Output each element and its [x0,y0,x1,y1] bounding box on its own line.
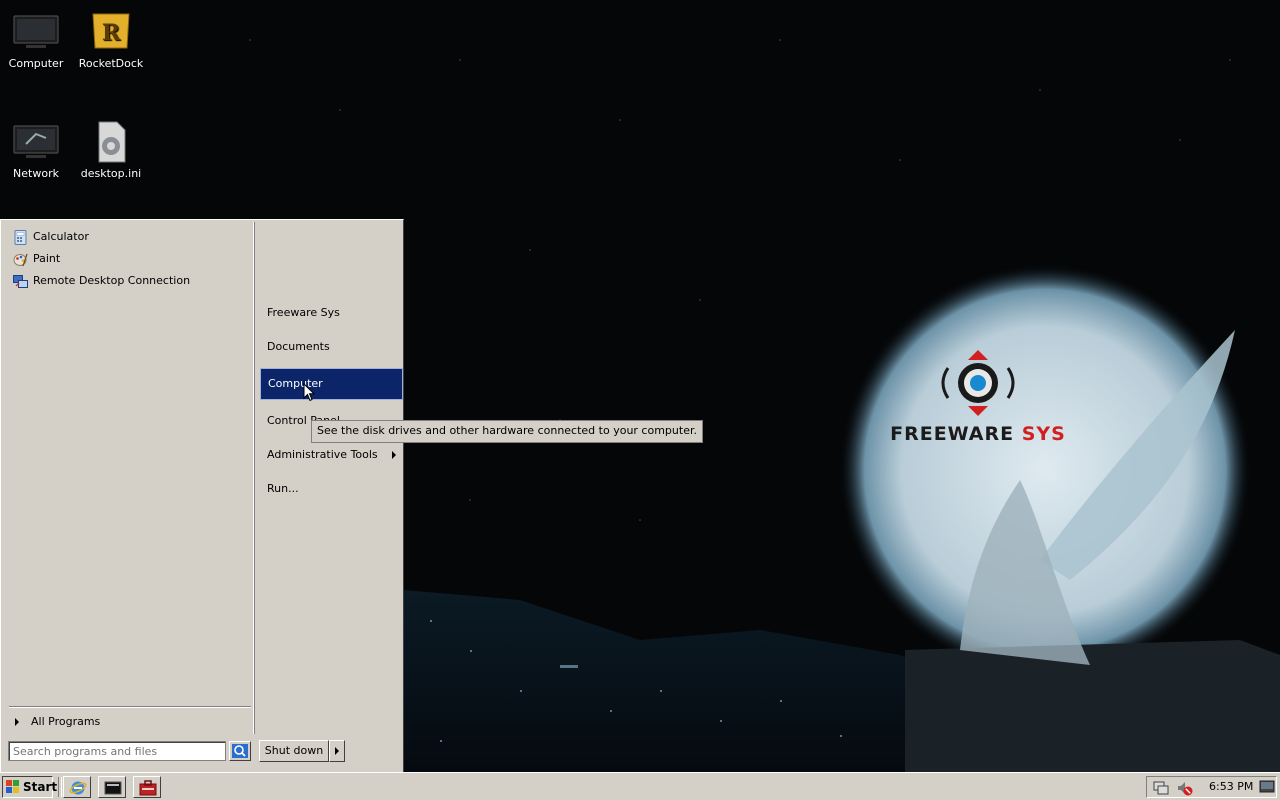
brand-main: FREEWARE [890,423,1015,445]
programs-separator [9,706,251,708]
freeware-sys-logo-icon [941,350,1015,416]
taskbar-separator [58,777,62,797]
windows-logo-icon [6,780,19,793]
brand-accent: SYS [1021,423,1066,445]
right-item-label: Run... [267,482,299,495]
all-programs-item[interactable]: All Programs [11,712,241,732]
quick-launch-internet-explorer[interactable] [63,776,91,798]
desktop-icon-label: desktop.ini [80,167,142,180]
system-tray: 6:53 PM [1146,776,1277,798]
right-item-label: Freeware Sys [267,306,340,319]
network-tray-icon[interactable] [1153,780,1169,796]
shutdown-options-button[interactable] [329,740,345,762]
wallpaper-brand-text: FREEWARE SYS [888,423,1068,445]
desktop-icon-rocketdock[interactable]: R RocketDock [75,10,147,70]
start-menu-programs-pane: Calculator Paint Remote Desktop Connecti… [3,222,254,734]
chevron-right-icon [335,747,339,755]
program-remote-desktop-connection[interactable]: Remote Desktop Connection [11,271,248,291]
tooltip: See the disk drives and other hardware c… [311,420,703,443]
start-button[interactable]: Start [2,776,57,798]
search-icon [232,744,248,758]
shutdown-label: Shut down [264,744,324,757]
monitor-icon [12,10,60,54]
toolbox-icon [139,780,157,796]
right-item-label: Administrative Tools [267,448,378,461]
calculator-icon [14,230,27,245]
right-item-label: Documents [267,340,330,353]
program-label: Paint [33,252,61,265]
shutdown-button[interactable]: Shut down [259,740,329,762]
quick-launch-command-prompt[interactable] [98,776,126,798]
program-calculator[interactable]: Calculator [11,227,248,247]
show-desktop-icon[interactable] [1259,780,1275,794]
submenu-arrow-icon [392,451,396,459]
program-paint[interactable]: Paint [11,249,248,269]
right-item-computer[interactable]: Computer [260,368,403,400]
internet-explorer-icon [69,781,87,795]
settings-file-icon [87,120,135,164]
search-button[interactable] [229,741,251,761]
taskbar: Start 6:53 PM [0,772,1280,800]
command-prompt-icon [104,781,122,795]
wallpaper-logo: FREEWARE SYS [888,348,1068,445]
no-sound-icon[interactable] [1177,780,1193,796]
right-item-documents[interactable]: Documents [260,331,403,363]
network-icon [12,120,60,164]
right-item-administrative-tools[interactable]: Administrative Tools [260,439,403,471]
desktop-icon-label: Computer [8,57,64,70]
right-item-freeware-sys[interactable]: Freeware Sys [260,297,403,329]
quick-launch-toolbox[interactable] [133,776,161,798]
start-menu: Calculator Paint Remote Desktop Connecti… [0,219,404,772]
svg-text:R: R [102,20,121,46]
all-programs-label: All Programs [31,715,101,728]
paint-icon [13,253,28,267]
program-label: Remote Desktop Connection [33,274,191,287]
desktop-icon-network[interactable]: Network [0,120,72,180]
clock[interactable]: 6:53 PM [1209,777,1253,797]
desktop-icon-label: Network [13,167,59,180]
rocketdock-icon: R [87,10,135,54]
search-input[interactable] [8,741,226,761]
start-label: Start [23,780,58,794]
desktop-icon-computer[interactable]: Computer [0,10,72,70]
start-menu-bottom-bar: Shut down [3,736,401,770]
desktop-icon-desktop-ini[interactable]: desktop.ini [75,120,147,180]
right-item-run[interactable]: Run... [260,473,403,505]
chevron-right-icon [15,718,19,726]
desktop-icon-label: RocketDock [78,57,144,70]
remote-desktop-icon [13,275,28,288]
program-label: Calculator [33,230,89,243]
mouse-cursor-icon [303,383,315,402]
